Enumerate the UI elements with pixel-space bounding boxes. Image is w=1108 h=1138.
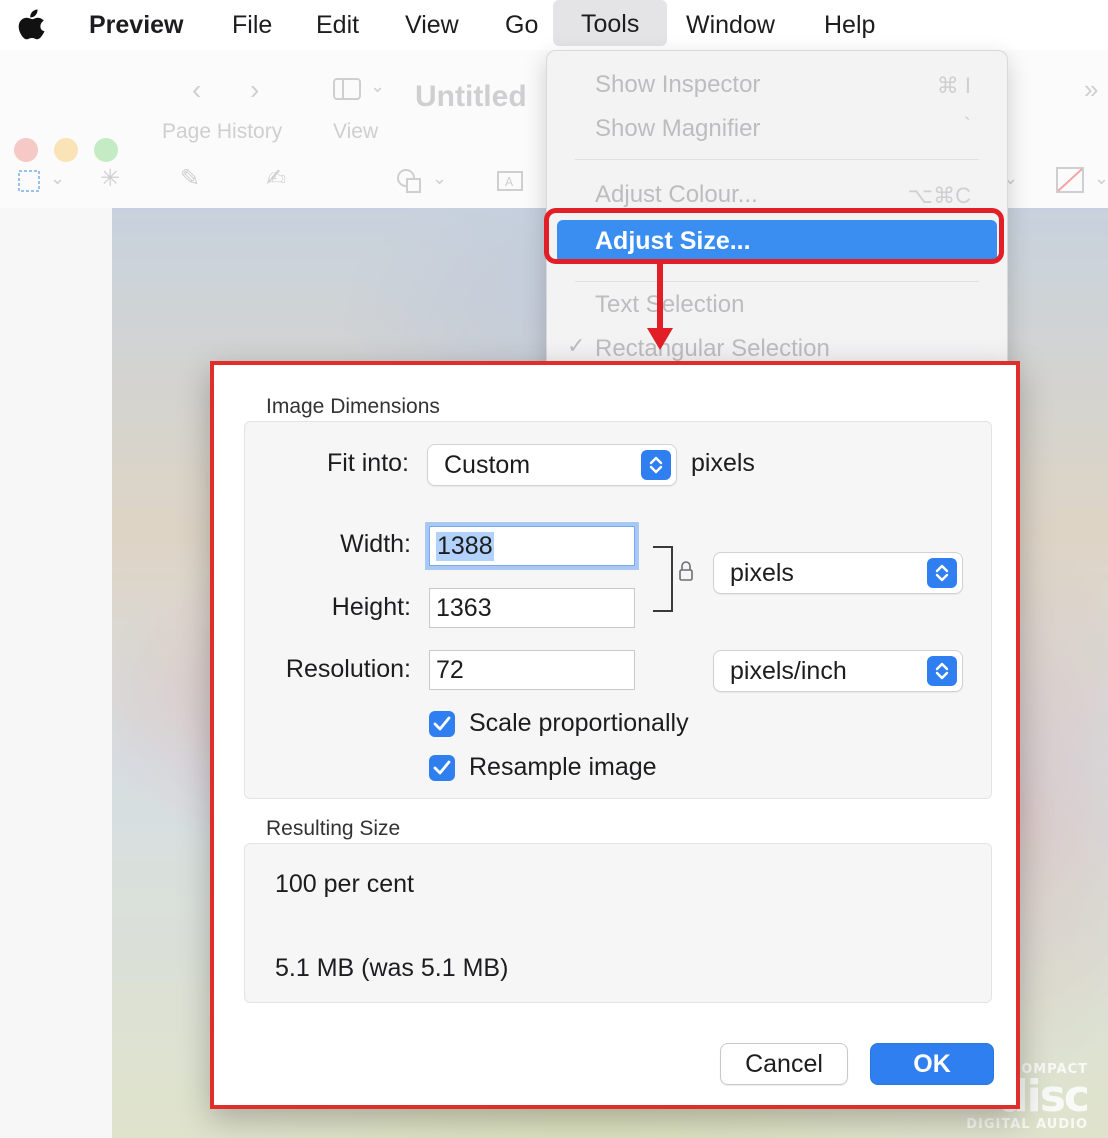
resulting-size-title: Resulting Size bbox=[266, 817, 401, 840]
instant-alpha-icon[interactable]: ✳ bbox=[100, 164, 120, 193]
svg-text:A: A bbox=[505, 175, 514, 189]
resolution-unit-value: pixels/inch bbox=[730, 657, 847, 685]
page-history-label: Page History bbox=[162, 120, 283, 143]
fill-chevron-down-icon[interactable]: ⌄ bbox=[1094, 168, 1108, 189]
checkmark-icon bbox=[433, 716, 451, 731]
menu-item-show-magnifier[interactable]: Show Magnifier bbox=[595, 115, 760, 143]
sketch-icon[interactable]: ✎ bbox=[180, 164, 200, 193]
cancel-button[interactable]: Cancel bbox=[720, 1043, 848, 1085]
toolbar-overflow-icon[interactable]: » bbox=[1084, 74, 1098, 105]
menu-help[interactable]: Help bbox=[824, 0, 875, 50]
menu-window[interactable]: Window bbox=[686, 0, 775, 50]
view-chevron-down-icon[interactable]: ⌄ bbox=[370, 76, 385, 97]
selection-chevron-down-icon[interactable]: ⌄ bbox=[50, 168, 65, 189]
annotation-highlight-ring bbox=[544, 208, 1004, 264]
lock-icon[interactable] bbox=[678, 560, 694, 582]
apple-logo-icon[interactable] bbox=[18, 8, 46, 40]
width-value: 1388 bbox=[436, 532, 494, 561]
resolution-label: Resolution: bbox=[285, 655, 411, 683]
shortcut-show-inspector: ⌘ I bbox=[936, 73, 971, 98]
ok-button[interactable]: OK bbox=[870, 1043, 994, 1085]
shapes-icon[interactable] bbox=[395, 168, 423, 194]
resulting-size-panel: 100 per cent 5.1 MB (was 5.1 MB) bbox=[244, 843, 992, 1003]
image-dimensions-title: Image Dimensions bbox=[266, 395, 440, 418]
menu-item-show-inspector[interactable]: Show Inspector bbox=[595, 71, 760, 99]
resample-image-checkbox[interactable] bbox=[429, 755, 455, 781]
size-unit-popup[interactable]: pixels bbox=[713, 552, 963, 594]
fit-into-unit: pixels bbox=[691, 449, 755, 477]
up-down-chevron-icon bbox=[641, 450, 671, 480]
adjust-size-dialog: Image Dimensions Fit into: Custom pixels… bbox=[210, 361, 1020, 1109]
forward-chevron-icon[interactable]: › bbox=[250, 74, 259, 106]
height-label: Height: bbox=[331, 593, 411, 621]
resolution-field[interactable]: 72 bbox=[429, 650, 635, 690]
height-field[interactable]: 1363 bbox=[429, 588, 635, 628]
shapes-chevron-down-icon[interactable]: ⌄ bbox=[432, 168, 447, 189]
menu-edit[interactable]: Edit bbox=[316, 0, 359, 50]
menu-item-text-selection[interactable]: Text Selection bbox=[595, 291, 744, 319]
rect-selection-icon[interactable] bbox=[18, 170, 40, 192]
height-value: 1363 bbox=[436, 594, 492, 622]
width-label: Width: bbox=[340, 530, 411, 558]
zoom-window-button[interactable] bbox=[94, 138, 118, 162]
up-down-chevron-icon bbox=[927, 656, 957, 686]
minimize-window-button[interactable] bbox=[54, 138, 78, 162]
fit-into-popup[interactable]: Custom bbox=[427, 444, 677, 486]
draw-icon[interactable]: ✍ bbox=[266, 164, 286, 193]
menu-tools[interactable]: Tools bbox=[553, 0, 668, 46]
fit-into-label: Fit into: bbox=[327, 449, 409, 477]
link-bracket bbox=[653, 546, 673, 612]
resolution-unit-popup[interactable]: pixels/inch bbox=[713, 650, 963, 692]
result-size: 5.1 MB (was 5.1 MB) bbox=[275, 954, 509, 982]
close-window-button[interactable] bbox=[14, 138, 38, 162]
checkmark-icon: ✓ bbox=[567, 333, 586, 358]
checkmark-icon bbox=[433, 760, 451, 775]
resample-image-label: Resample image bbox=[469, 753, 657, 781]
menu-app-preview[interactable]: Preview bbox=[89, 0, 184, 50]
menu-item-rectangular-selection[interactable]: Rectangular Selection bbox=[595, 335, 830, 363]
text-box-icon[interactable]: A bbox=[497, 171, 523, 191]
menu-bar: Preview File Edit View Go Tools Window H… bbox=[0, 0, 1108, 50]
resolution-value: 72 bbox=[436, 656, 464, 684]
menu-file[interactable]: File bbox=[232, 0, 272, 50]
back-chevron-icon[interactable]: ‹ bbox=[192, 74, 201, 106]
annotation-arrow-head-icon bbox=[647, 328, 673, 350]
size-unit-value: pixels bbox=[730, 559, 794, 587]
scale-proportionally-checkbox[interactable] bbox=[429, 711, 455, 737]
menu-item-adjust-colour[interactable]: Adjust Colour... bbox=[595, 181, 758, 209]
shortcut-show-magnifier: ` bbox=[963, 113, 971, 138]
menu-separator bbox=[575, 159, 979, 160]
view-label: View bbox=[333, 120, 379, 143]
fit-into-value: Custom bbox=[444, 451, 531, 479]
logo-bottom-text: DIGITAL AUDIO bbox=[966, 1117, 1088, 1132]
result-percent: 100 per cent bbox=[275, 870, 414, 898]
image-dimensions-panel: Fit into: Custom pixels Width: 1388 Heig… bbox=[244, 421, 992, 799]
menu-go[interactable]: Go bbox=[505, 0, 538, 50]
shortcut-adjust-colour: ⌥⌘C bbox=[907, 183, 971, 208]
up-down-chevron-icon bbox=[927, 558, 957, 588]
menu-view[interactable]: View bbox=[405, 0, 459, 50]
sidebar-icon[interactable] bbox=[333, 78, 361, 100]
scale-proportionally-label: Scale proportionally bbox=[469, 709, 689, 737]
window-title: Untitled bbox=[415, 80, 527, 113]
menu-separator bbox=[575, 281, 979, 282]
width-field[interactable]: 1388 bbox=[429, 526, 635, 566]
annotation-arrow-shaft bbox=[657, 264, 663, 336]
fill-colour-icon[interactable] bbox=[1056, 167, 1084, 193]
